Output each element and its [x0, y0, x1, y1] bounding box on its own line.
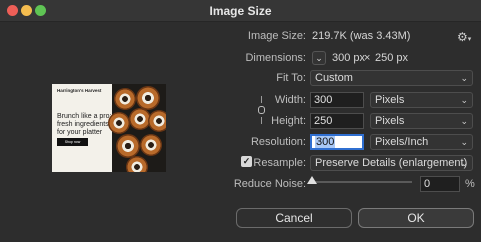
dimensions-label: Dimensions: — [245, 52, 306, 64]
image-preview: Harrington's Harvest Brunch like a pro: … — [52, 84, 166, 172]
width-unit-select[interactable]: Pixels ⌄ — [370, 92, 473, 108]
reduce-noise-input[interactable]: 0 — [420, 176, 460, 192]
chevron-down-icon: ⌄ — [460, 158, 468, 168]
cancel-button[interactable]: Cancel — [236, 208, 352, 228]
width-unit-value: Pixels — [375, 94, 405, 106]
chevron-down-icon: ⌄ — [460, 137, 468, 147]
chevron-down-icon: ⌄ — [460, 116, 468, 126]
chevron-down-icon: ⌄ — [460, 95, 468, 105]
height-unit-value: Pixels — [375, 115, 405, 127]
resolution-unit-value: Pixels/Inch — [375, 136, 429, 148]
fit-to-label: Fit To: — [276, 72, 306, 84]
image-size-value: 219.7K (was 3.43M) — [312, 30, 411, 42]
resolution-unit-select[interactable]: Pixels/Inch ⌄ — [370, 134, 473, 150]
resolution-label: Resolution: — [250, 136, 306, 148]
preview-headline: Brunch like a pro: fresh ingredients for… — [57, 113, 112, 136]
dimensions-height: 250 px — [375, 52, 409, 64]
window-title: Image Size — [209, 4, 272, 18]
chevron-down-icon: ⌄ — [460, 73, 468, 83]
image-size-label: Image Size: — [247, 30, 306, 42]
height-unit-select[interactable]: Pixels ⌄ — [370, 113, 473, 129]
fit-to-select[interactable]: Custom ⌄ — [310, 70, 473, 86]
reduce-noise-slider[interactable] — [312, 181, 412, 183]
preview-cta: Shop now — [57, 138, 88, 146]
reduce-noise-slider-thumb[interactable] — [307, 176, 317, 184]
gear-icon[interactable]: ⚙▾ — [457, 30, 471, 44]
title-bar: Image Size — [0, 0, 481, 22]
dimensions-times: × — [364, 52, 371, 64]
ok-button[interactable]: OK — [358, 208, 474, 228]
reduce-noise-unit: % — [465, 178, 475, 190]
resolution-input[interactable]: 300 — [310, 134, 364, 150]
resample-value: Preserve Details (enlargement) — [315, 157, 468, 169]
resolution-value: 300 — [315, 136, 336, 148]
dimensions-width: 300 px — [332, 52, 366, 64]
preview-bagels-photo — [108, 84, 166, 172]
chevron-down-icon[interactable]: ⌄ — [312, 51, 326, 65]
fit-to-value: Custom — [315, 72, 353, 84]
preview-text-panel: Harrington's Harvest Brunch like a pro: … — [52, 84, 112, 172]
resample-select[interactable]: Preserve Details (enlargement) ⌄ — [310, 155, 473, 171]
preview-brand: Harrington's Harvest — [57, 88, 102, 93]
width-input[interactable]: 300 — [310, 92, 364, 108]
height-label: Height: — [271, 115, 306, 127]
reduce-noise-label: Reduce Noise: — [233, 178, 306, 190]
resample-label: Resample: — [253, 157, 306, 169]
width-label: Width: — [274, 94, 306, 106]
height-input[interactable]: 250 — [310, 113, 364, 129]
